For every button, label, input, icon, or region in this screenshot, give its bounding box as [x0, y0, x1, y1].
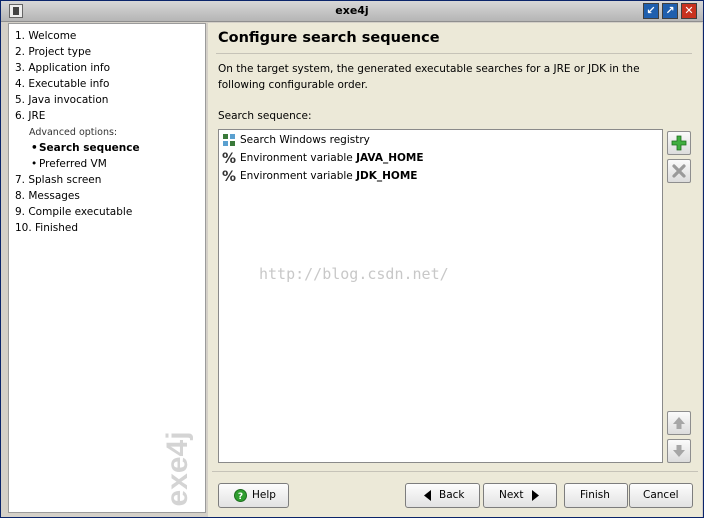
finish-button[interactable]: Finish [564, 483, 628, 508]
watermark-text: http://blog.csdn.net/ [259, 265, 449, 283]
cancel-button[interactable]: Cancel [629, 483, 693, 508]
percent-icon: % [222, 169, 236, 183]
search-sequence-label: Search sequence: [218, 110, 312, 122]
arrow-right-icon [532, 490, 539, 501]
back-button[interactable]: Back [405, 483, 480, 508]
percent-icon: % [222, 151, 236, 165]
heading-divider [216, 53, 692, 54]
help-icon: ? [234, 489, 247, 502]
step-compile-executable[interactable]: 9. Compile executable [15, 206, 132, 221]
step-project-type[interactable]: 2. Project type [15, 46, 91, 61]
page-description: On the target system, the generated exec… [218, 63, 640, 91]
title-bar[interactable]: exe4j ↙ ↗ ✕ [1, 1, 703, 22]
delete-icon [672, 164, 686, 178]
cancel-label: Cancel [643, 489, 679, 501]
step-splash-screen[interactable]: 7. Splash screen [15, 174, 101, 189]
main-panel: Configure search sequence On the target … [208, 23, 702, 517]
next-button[interactable]: Next [483, 483, 557, 508]
step-messages[interactable]: 8. Messages [15, 190, 80, 205]
step-application-info[interactable]: 3. Application info [15, 62, 110, 77]
plus-icon [671, 135, 687, 151]
list-item-text: Search Windows registry [240, 134, 370, 146]
search-sequence-list[interactable]: Search Windows registry % Environment va… [218, 129, 663, 463]
help-label: Help [252, 489, 276, 501]
step-search-sequence[interactable]: Search sequence [31, 142, 140, 157]
close-button[interactable]: ✕ [681, 3, 697, 19]
move-down-button[interactable] [667, 439, 691, 463]
svg-text:%: % [222, 169, 236, 183]
wizard-steps-sidebar: 1. Welcome 2. Project type 3. Applicatio… [8, 23, 206, 513]
next-label: Next [499, 489, 524, 501]
step-finished[interactable]: 10. Finished [15, 222, 78, 237]
list-item-text: Environment variable [240, 152, 357, 164]
window-title: exe4j [335, 4, 369, 17]
step-executable-info[interactable]: 4. Executable info [15, 78, 109, 93]
list-item-variable: JDK_HOME [356, 170, 418, 182]
app-window: exe4j ↙ ↗ ✕ 1. Welcome 2. Project type 3… [0, 0, 704, 518]
list-item-variable: JAVA_HOME [356, 152, 424, 164]
advanced-options-label: Advanced options: [29, 127, 118, 138]
back-label: Back [439, 489, 465, 501]
page-title: Configure search sequence [218, 30, 440, 46]
minimize-button[interactable]: ↙ [643, 3, 659, 19]
arrow-up-icon [673, 417, 685, 429]
step-preferred-vm[interactable]: Preferred VM [31, 158, 107, 173]
step-java-invocation[interactable]: 5. Java invocation [15, 94, 108, 109]
finish-label: Finish [580, 489, 610, 501]
svg-text:?: ? [238, 492, 243, 502]
registry-icon [223, 134, 235, 146]
step-welcome[interactable]: 1. Welcome [15, 30, 76, 45]
list-item-text: Environment variable [240, 170, 357, 182]
exe4j-brand-logo: exe4j [161, 431, 194, 506]
help-button[interactable]: ? Help [218, 483, 289, 508]
footer-divider [212, 471, 698, 472]
add-entry-button[interactable] [667, 131, 691, 155]
arrow-left-icon [424, 490, 431, 501]
step-jre[interactable]: 6. JRE [15, 110, 45, 125]
svg-text:%: % [222, 151, 236, 165]
brand-text: exe4j [161, 431, 194, 506]
remove-entry-button[interactable] [667, 159, 691, 183]
move-up-button[interactable] [667, 411, 691, 435]
maximize-button[interactable]: ↗ [662, 3, 678, 19]
arrow-down-icon [673, 445, 685, 457]
